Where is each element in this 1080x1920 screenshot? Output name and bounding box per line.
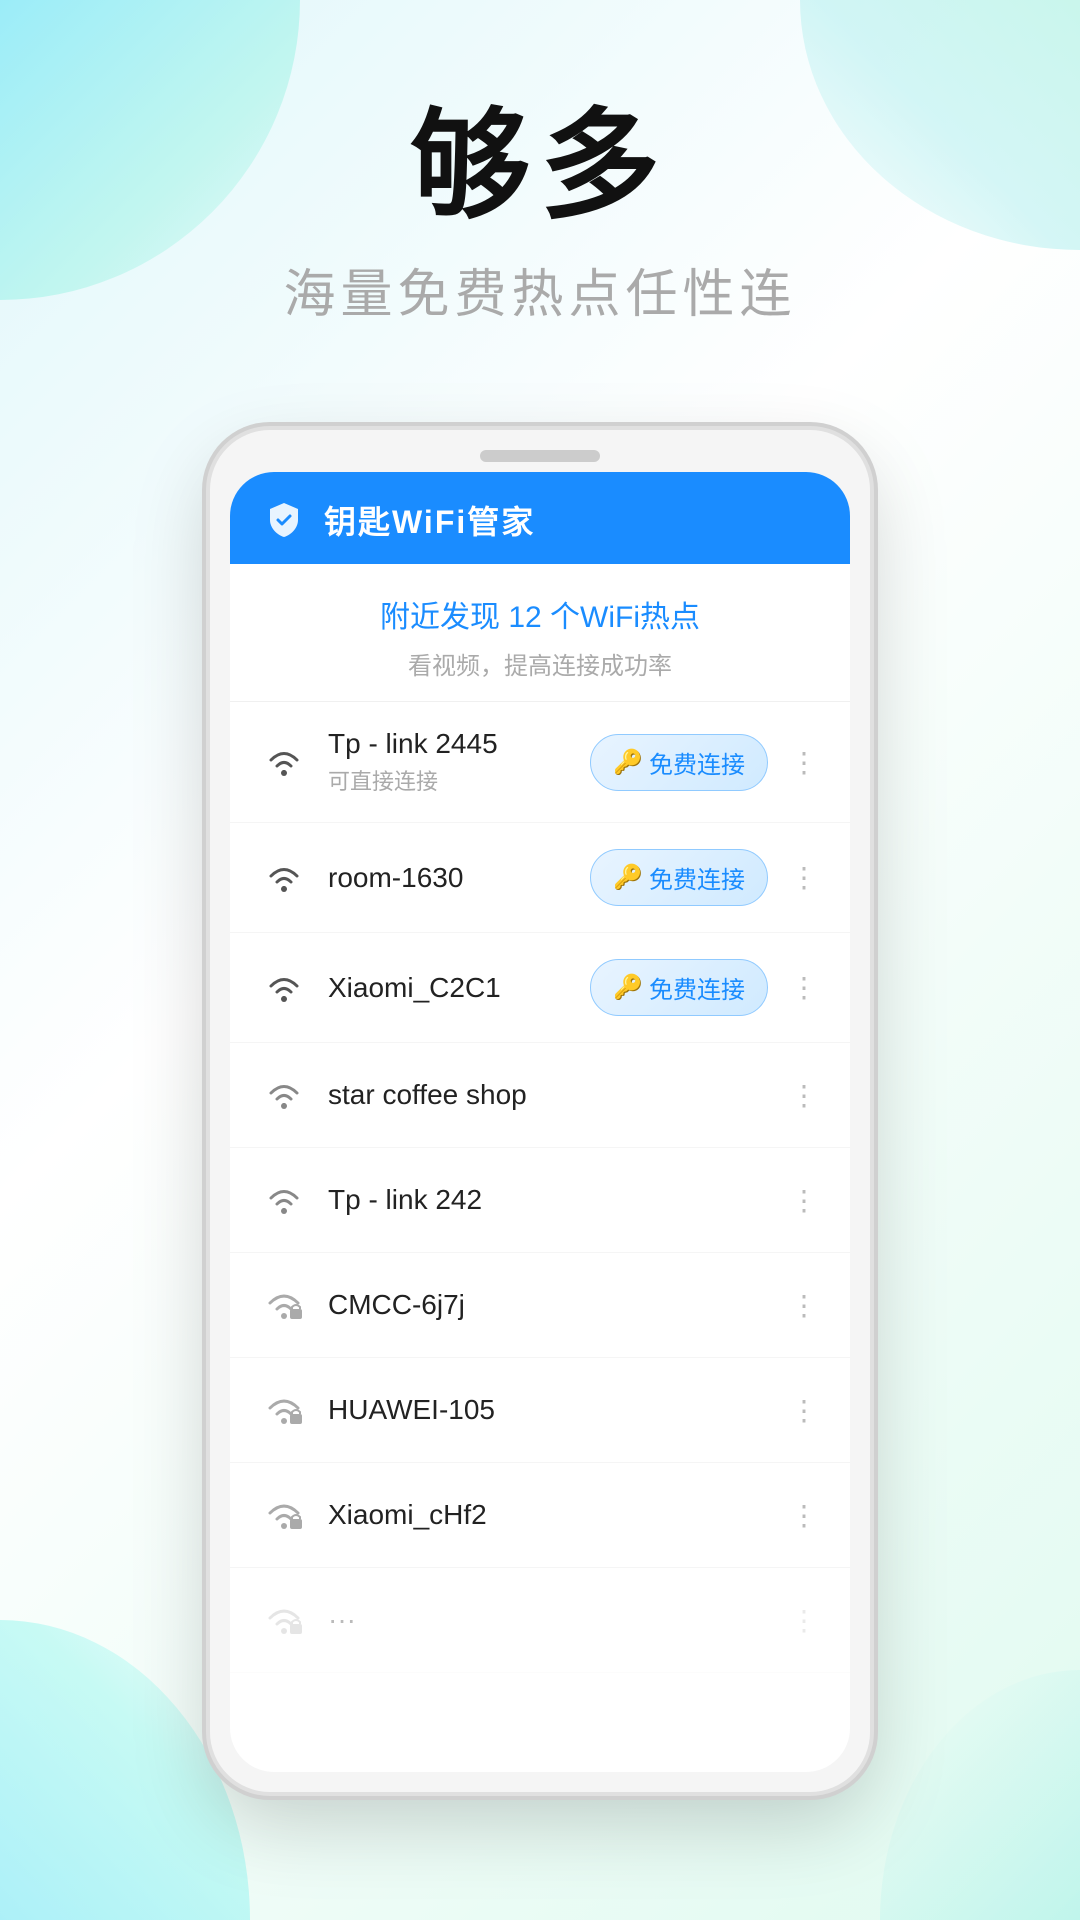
wifi-list: Tp - link 2445 可直接连接 🔑 免费连接 ⋮ [230,702,850,1673]
wifi-signal-icon [258,852,310,904]
wifi-sub: 可直接连接 [328,764,572,796]
wifi-signal-icon [258,736,310,788]
more-options-icon[interactable]: ⋮ [786,1079,822,1112]
phone-mockup: 钥匙WiFi管家 附近发现 12 个WiFi热点 看视频，提高连接成功率 [210,430,870,1792]
wifi-name: Xiaomi_C2C1 [328,972,572,1004]
wifi-name: Tp - link 242 [328,1184,768,1216]
wifi-locked-signal-icon [258,1594,310,1646]
discovery-banner: 附近发现 12 个WiFi热点 看视频，提高连接成功率 [230,564,850,702]
connect-label: 免费连接 [649,860,745,895]
wifi-locked-signal-icon [258,1384,310,1436]
wifi-item: ··· ⋮ [230,1568,850,1673]
wifi-name: star coffee shop [328,1079,768,1111]
wifi-signal-icon [258,962,310,1014]
wifi-info: Tp - link 2445 可直接连接 [328,728,572,796]
wifi-info: Xiaomi_cHf2 [328,1499,768,1531]
more-options-icon[interactable]: ⋮ [786,971,822,1004]
app-header: 钥匙WiFi管家 [230,472,850,564]
wifi-item: Tp - link 242 ⋮ [230,1148,850,1253]
more-options-icon[interactable]: ⋮ [786,1289,822,1322]
wifi-info: star coffee shop [328,1079,768,1111]
hero-section: 够多 海量免费热点任性连 [0,100,1080,327]
wifi-signal-icon [258,1069,310,1121]
wifi-item: Xiaomi_C2C1 🔑 免费连接 ⋮ [230,933,850,1043]
wifi-info: Tp - link 242 [328,1184,768,1216]
more-options-icon[interactable]: ⋮ [786,861,822,894]
app-logo [258,494,310,546]
wifi-item: room-1630 🔑 免费连接 ⋮ [230,823,850,933]
more-options-icon[interactable]: ⋮ [786,1394,822,1427]
wifi-name: Tp - link 2445 [328,728,572,760]
wifi-name: HUAWEI-105 [328,1394,768,1426]
phone-screen: 钥匙WiFi管家 附近发现 12 个WiFi热点 看视频，提高连接成功率 [230,472,850,1772]
connect-label: 免费连接 [649,970,745,1005]
more-options-icon[interactable]: ⋮ [786,746,822,779]
discovery-count: 附近发现 12 个WiFi热点 [250,592,830,636]
app-title: 钥匙WiFi管家 [324,497,535,543]
wifi-info: ··· [328,1604,768,1636]
wifi-locked-signal-icon [258,1279,310,1331]
phone-frame: 钥匙WiFi管家 附近发现 12 个WiFi热点 看视频，提高连接成功率 [210,430,870,1792]
wifi-locked-signal-icon [258,1489,310,1541]
hero-title: 够多 [0,100,1080,232]
key-icon: 🔑 [613,863,643,892]
corner-decoration-br [880,1670,1080,1920]
discovery-hint: 看视频，提高连接成功率 [250,646,830,681]
wifi-name: Xiaomi_cHf2 [328,1499,768,1531]
more-options-icon: ⋮ [786,1604,822,1637]
more-options-icon[interactable]: ⋮ [786,1499,822,1532]
phone-notch [480,450,600,462]
wifi-item: HUAWEI-105 ⋮ [230,1358,850,1463]
wifi-signal-icon [258,1174,310,1226]
wifi-info: HUAWEI-105 [328,1394,768,1426]
connect-label: 免费连接 [649,745,745,780]
wifi-item: CMCC-6j7j ⋮ [230,1253,850,1358]
connect-button[interactable]: 🔑 免费连接 [590,959,768,1016]
wifi-item: Xiaomi_cHf2 ⋮ [230,1463,850,1568]
wifi-info: Xiaomi_C2C1 [328,972,572,1004]
wifi-name: CMCC-6j7j [328,1289,768,1321]
connect-button[interactable]: 🔑 免费连接 [590,849,768,906]
hero-subtitle: 海量免费热点任性连 [0,252,1080,327]
wifi-item: star coffee shop ⋮ [230,1043,850,1148]
key-icon: 🔑 [613,973,643,1002]
connect-button[interactable]: 🔑 免费连接 [590,734,768,791]
wifi-item: Tp - link 2445 可直接连接 🔑 免费连接 ⋮ [230,702,850,823]
wifi-info: room-1630 [328,862,572,894]
more-options-icon[interactable]: ⋮ [786,1184,822,1217]
key-icon: 🔑 [613,748,643,777]
wifi-info: CMCC-6j7j [328,1289,768,1321]
wifi-name: ··· [328,1604,768,1636]
wifi-name: room-1630 [328,862,572,894]
